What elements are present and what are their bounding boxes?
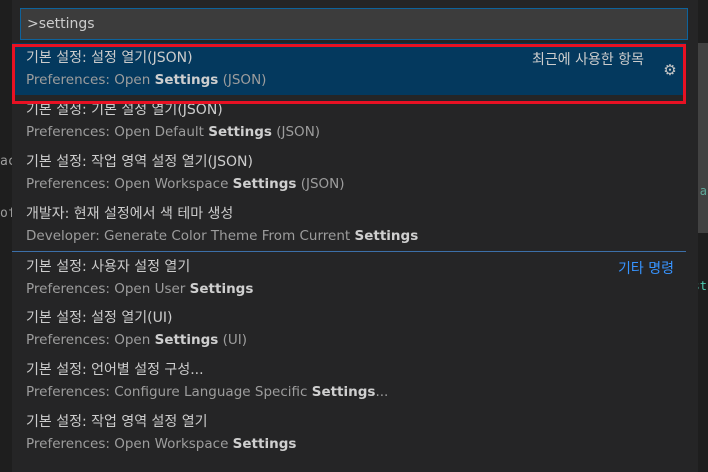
command-detail: Preferences: Open Workspace Settings bbox=[26, 436, 297, 452]
command-list: 기본 설정: 설정 열기(JSON) Preferences: Open Set… bbox=[12, 43, 686, 472]
command-palette: 기본 설정: 설정 열기(JSON) Preferences: Open Set… bbox=[12, 0, 708, 472]
command-label: 기본 설정: 작업 영역 설정 열기(JSON) bbox=[26, 154, 253, 170]
command-detail: Preferences: Open Default Settings (JSON… bbox=[26, 124, 321, 140]
command-label: 기본 설정: 설정 열기(UI) bbox=[26, 310, 173, 326]
command-input[interactable] bbox=[21, 9, 687, 39]
command-item-open-settings-json[interactable]: 기본 설정: 설정 열기(JSON) Preferences: Open Set… bbox=[12, 43, 686, 95]
command-item-open-settings-ui[interactable]: 기본 설정: 설정 열기(UI) Preferences: Open Setti… bbox=[12, 303, 686, 355]
command-detail: Preferences: Open Settings (UI) bbox=[26, 332, 248, 348]
command-label: 기본 설정: 사용자 설정 열기 bbox=[26, 259, 191, 275]
other-commands-tag: 기타 명령 bbox=[618, 261, 674, 277]
command-item-configure-language-settings[interactable]: 기본 설정: 언어별 설정 구성... Preferences: Configu… bbox=[12, 355, 686, 407]
command-detail: Preferences: Open User Settings bbox=[26, 281, 254, 297]
command-label: 개발자: 현재 설정에서 색 테마 생성 bbox=[26, 206, 234, 222]
command-item-open-workspace-settings[interactable]: 기본 설정: 작업 영역 설정 열기 Preferences: Open Wor… bbox=[12, 407, 686, 459]
command-detail: Preferences: Open Settings (JSON) bbox=[26, 72, 267, 88]
command-input-box bbox=[20, 8, 688, 40]
command-label: 기본 설정: 기본 설정 열기(JSON) bbox=[26, 102, 223, 118]
command-item-open-user-settings[interactable]: 기본 설정: 사용자 설정 열기 Preferences: Open User … bbox=[12, 251, 686, 303]
command-detail: Developer: Generate Color Theme From Cur… bbox=[26, 228, 419, 244]
gear-icon[interactable]: ⚙ bbox=[662, 62, 678, 78]
command-detail: Preferences: Configure Language Specific… bbox=[26, 384, 389, 400]
command-label: 기본 설정: 언어별 설정 구성... bbox=[26, 362, 204, 378]
command-detail: Preferences: Open Workspace Settings (JS… bbox=[26, 176, 345, 192]
command-item-open-workspace-settings-json[interactable]: 기본 설정: 작업 영역 설정 열기(JSON) Preferences: Op… bbox=[12, 147, 686, 199]
command-label: 기본 설정: 작업 영역 설정 열기 bbox=[26, 414, 208, 430]
command-item-open-default-settings-json[interactable]: 기본 설정: 기본 설정 열기(JSON) Preferences: Open … bbox=[12, 95, 686, 147]
list-scrollbar[interactable] bbox=[698, 43, 708, 233]
command-item-generate-color-theme[interactable]: 개발자: 현재 설정에서 색 테마 생성 Developer: Generate… bbox=[12, 199, 686, 251]
recently-used-tag: 최근에 사용한 항목 bbox=[532, 52, 644, 68]
